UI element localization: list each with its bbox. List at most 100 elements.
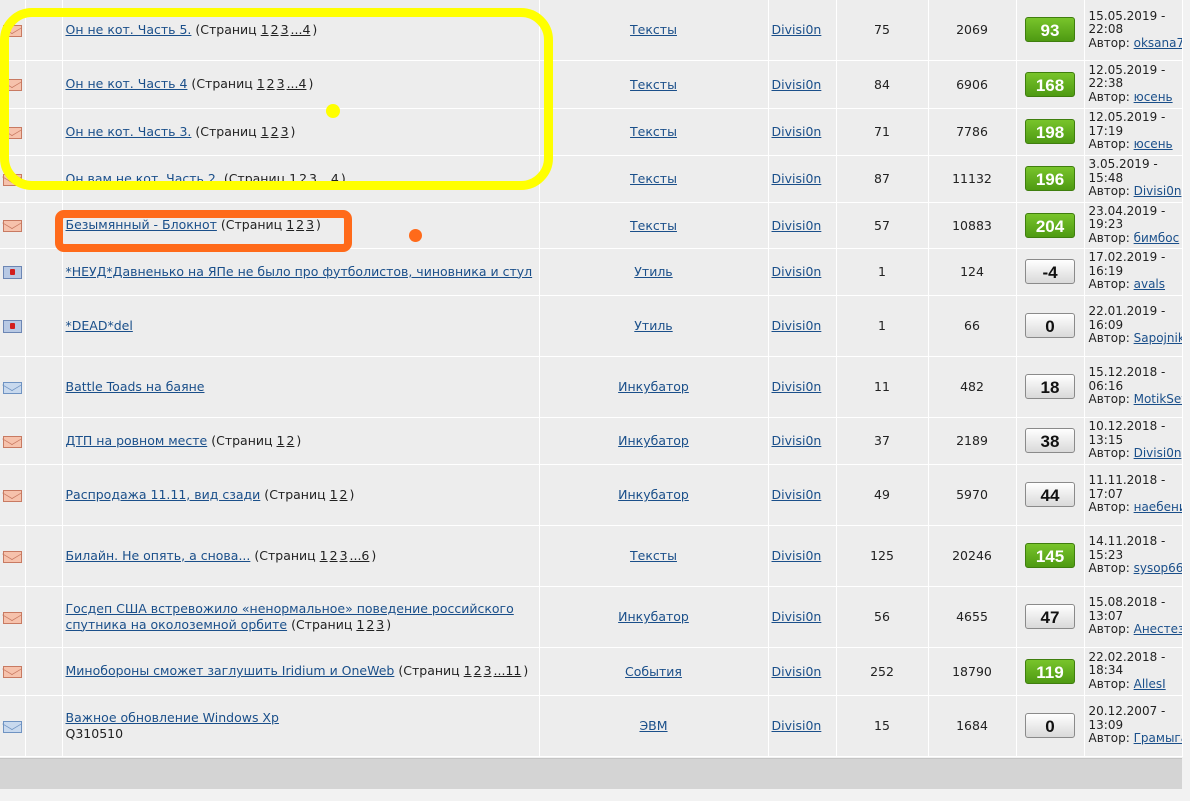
page-link[interactable]: 1 — [261, 22, 269, 37]
forum-link[interactable]: Инкубатор — [618, 433, 689, 448]
page-link[interactable]: 3 — [281, 124, 289, 139]
author-link[interactable]: Divisi0n — [772, 664, 822, 679]
page-link[interactable]: 2 — [366, 617, 374, 632]
topic-title-link[interactable]: Безымянный - Блокнот — [66, 217, 217, 232]
topic-title-link[interactable]: Он не кот. Часть 3. — [66, 124, 192, 139]
page-link[interactable]: 3 — [281, 22, 289, 37]
page-link[interactable]: 1 — [289, 171, 297, 186]
topic-title-link[interactable]: *НЕУД*Давненько на ЯПе не было про футбо… — [66, 264, 533, 279]
topic-status-cell — [0, 695, 26, 757]
author-link[interactable]: Divisi0n — [772, 124, 822, 139]
page-link[interactable]: 2 — [330, 548, 338, 563]
rating-cell: 196 — [1016, 155, 1085, 203]
topic-title-link[interactable]: Минобороны сможет заглушить Iridium и On… — [66, 663, 395, 678]
page-link[interactable]: ...6 — [350, 548, 370, 563]
author-link[interactable]: Divisi0n — [772, 609, 822, 624]
last-post-author-link[interactable]: бимбос — [1134, 231, 1180, 245]
page-link[interactable]: 1 — [286, 217, 294, 232]
last-post-author-link[interactable]: MotikSevas — [1134, 392, 1181, 407]
page-link[interactable]: 2 — [340, 487, 348, 502]
topic-title-link[interactable]: Госдеп США встревожило «ненормальное» по… — [66, 601, 514, 632]
topic-title-link[interactable]: Важное обновление Windows Xp — [66, 710, 279, 725]
forum-link[interactable]: ЭВМ — [639, 718, 667, 733]
forum-link[interactable]: Инкубатор — [618, 379, 689, 394]
forum-link[interactable]: Утиль — [634, 264, 672, 279]
page-link[interactable]: 1 — [464, 663, 472, 678]
page-link[interactable]: 1 — [261, 124, 269, 139]
forum-link[interactable]: Тексты — [630, 77, 677, 92]
topic-pagination: (Страниц 1 2 3 ...11) — [398, 663, 529, 678]
author-link[interactable]: Divisi0n — [772, 171, 822, 186]
page-link[interactable]: 3 — [484, 663, 492, 678]
topic-title-link[interactable]: Battle Toads на баяне — [66, 379, 205, 394]
page-link[interactable]: 3 — [309, 171, 317, 186]
page-link[interactable]: ...11 — [494, 663, 522, 678]
views-count: 1684 — [928, 695, 1017, 757]
last-post-author-link[interactable]: Divisi0n — [1134, 446, 1181, 461]
page-link[interactable]: 2 — [299, 171, 307, 186]
last-post-author-link[interactable]: oksana76 — [1134, 36, 1181, 50]
forum-link[interactable]: Тексты — [630, 171, 677, 186]
forum-link[interactable]: Утиль — [634, 318, 672, 333]
topic-forum-cell: Инкубатор — [539, 586, 769, 648]
topic-title-link[interactable]: Он не кот. Часть 5. — [66, 22, 192, 37]
topic-pagination: (Страниц 1 2 3) — [220, 217, 321, 232]
page-link[interactable]: 3 — [340, 548, 348, 563]
page-link[interactable]: 3 — [277, 76, 285, 91]
author-link[interactable]: Divisi0n — [772, 487, 822, 502]
page-link[interactable]: 2 — [271, 22, 279, 37]
author-link[interactable]: Divisi0n — [772, 433, 822, 448]
last-post-author-link[interactable]: юсень — [1134, 90, 1173, 104]
author-link[interactable]: Divisi0n — [772, 77, 822, 92]
author-link[interactable]: Divisi0n — [772, 318, 822, 333]
page-link[interactable]: 1 — [356, 617, 364, 632]
forum-link[interactable]: Тексты — [630, 22, 677, 37]
author-link[interactable]: Divisi0n — [772, 264, 822, 279]
last-post-author-link[interactable]: наебенился — [1134, 500, 1181, 515]
views-count: 7786 — [928, 108, 1017, 156]
author-link[interactable]: Divisi0n — [772, 379, 822, 394]
last-post-date: 15.08.2018 - — [1088, 595, 1166, 610]
last-post-author-link[interactable]: Грамыгайлофф — [1134, 731, 1181, 746]
page-link[interactable]: 2 — [474, 663, 482, 678]
last-post-author-link[interactable]: Анестезиолог — [1134, 622, 1181, 637]
page-link[interactable]: 1 — [257, 76, 265, 91]
page-link[interactable]: 1 — [320, 548, 328, 563]
page-link[interactable]: 1 — [330, 487, 338, 502]
topic-title-link[interactable]: Он не кот. Часть 4 — [66, 76, 188, 91]
forum-link[interactable]: Тексты — [630, 124, 677, 139]
last-post-author-link[interactable]: AllesI — [1134, 677, 1166, 691]
topic-status-cell — [0, 248, 26, 296]
forum-link[interactable]: Тексты — [630, 218, 677, 233]
last-post-author-link[interactable]: Divisi0n — [1134, 184, 1181, 199]
forum-link[interactable]: Тексты — [630, 548, 677, 563]
page-link[interactable]: 2 — [267, 76, 275, 91]
author-link[interactable]: Divisi0n — [772, 218, 822, 233]
last-post-date: 10.12.2018 - — [1088, 419, 1166, 434]
page-link[interactable]: ...4 — [319, 171, 339, 186]
page-link[interactable]: 1 — [277, 433, 285, 448]
last-post-author-link[interactable]: avals — [1134, 277, 1165, 292]
topic-title-link[interactable]: Билайн. Не опять, а снова... — [66, 548, 251, 563]
author-link[interactable]: Divisi0n — [772, 548, 822, 563]
forum-link[interactable]: Инкубатор — [618, 487, 689, 502]
page-link[interactable]: 2 — [271, 124, 279, 139]
page-link[interactable]: ...4 — [287, 76, 307, 91]
last-post-author-link[interactable]: sysop666 — [1134, 561, 1181, 576]
page-link[interactable]: ...4 — [291, 22, 311, 37]
page-link[interactable]: 2 — [296, 217, 304, 232]
topic-title-link[interactable]: Распродажа 11.11, вид сзади — [66, 487, 261, 502]
topic-title-link[interactable]: Он вам не кот. Часть 2. — [66, 171, 220, 186]
page-link[interactable]: 2 — [286, 433, 294, 448]
author-link[interactable]: Divisi0n — [772, 718, 822, 733]
topic-author-cell: Divisi0n — [768, 155, 837, 203]
forum-link[interactable]: События — [625, 664, 682, 679]
page-link[interactable]: 3 — [306, 217, 314, 232]
last-post-author-link[interactable]: Sapojnik — [1134, 331, 1181, 346]
last-post-author-link[interactable]: юсень — [1134, 137, 1173, 152]
forum-link[interactable]: Инкубатор — [618, 609, 689, 624]
page-link[interactable]: 3 — [376, 617, 384, 632]
topic-title-link[interactable]: *DEAD*del — [66, 318, 133, 333]
author-link[interactable]: Divisi0n — [772, 22, 822, 37]
topic-title-link[interactable]: ДТП на ровном месте — [66, 433, 208, 448]
